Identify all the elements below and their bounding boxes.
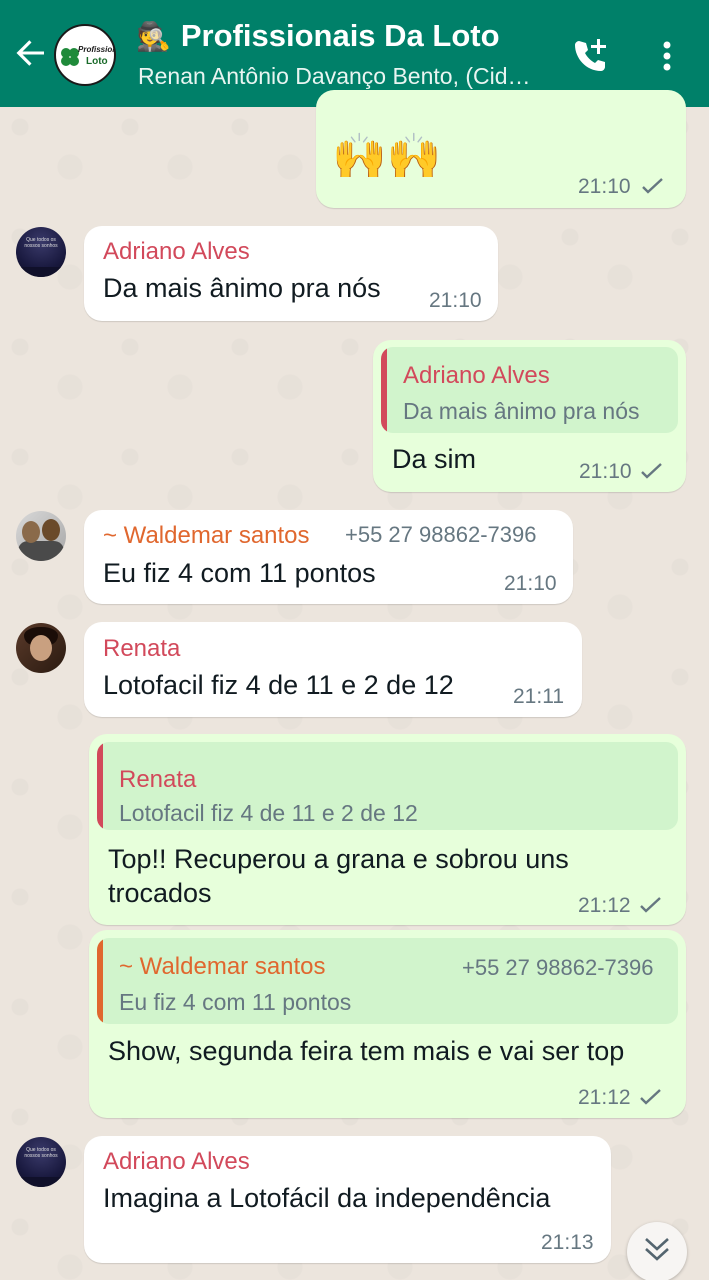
message-bubble-outgoing[interactable]: ~ Waldemar santos +55 27 98862-7396 Eu f… [89,930,686,1118]
message-bubble-incoming[interactable]: Adriano Alves Imagina a Lotofácil da ind… [84,1136,611,1263]
sent-check-icon [642,178,663,194]
message-text: Show, segunda feira tem mais e vai ser t… [108,1036,625,1066]
more-options-icon[interactable] [652,36,682,76]
phone-plus-icon [575,39,606,71]
message-time: 21:10 [429,289,482,312]
sender-avatar[interactable]: Que todos os nossos sonhos [16,227,66,277]
message-time: 21:12 [578,894,631,917]
quoted-text: Lotofacil fiz 4 de 11 e 2 de 12 [119,800,418,826]
message-bubble-incoming[interactable]: Renata Lotofacil fiz 4 de 11 e 2 de 12 2… [84,622,582,717]
message-bubble-outgoing[interactable]: Renata Lotofacil fiz 4 de 11 e 2 de 12 T… [89,734,686,925]
clover-icon [61,48,79,66]
message-time: 21:13 [541,1231,594,1254]
message-time: 21:10 [579,460,632,483]
quoted-text: Eu fiz 4 com 11 pontos [119,989,352,1015]
raising-hands-emoji: 🙌🙌 [332,132,442,181]
message-bubble-incoming[interactable]: ~ Waldemar santos +55 27 98862-7396 Eu f… [84,510,573,604]
sender-avatar[interactable]: Que todos os nossos sonhos [16,1137,66,1187]
message-text: Da mais ânimo pra nós [103,273,381,303]
message-text: Top!! Recuperou a grana e sobrou uns tro… [108,844,569,908]
sender-name[interactable]: Renata [103,635,180,663]
spy-emoji-icon: 🕵 [136,20,171,52]
quoted-message[interactable]: ~ Waldemar santos +55 27 98862-7396 Eu f… [97,938,678,1024]
group-participants[interactable]: Renan Antônio Davanço Bento, (Cid… [138,63,531,90]
sender-name[interactable]: ~ Waldemar santos [103,522,310,550]
sender-avatar[interactable] [16,511,66,561]
sender-phone: +55 27 98862-7396 [345,522,537,547]
avatar-logo-text: Loto [86,56,108,67]
quoted-message[interactable]: Adriano Alves Da mais ânimo pra nós [381,347,678,433]
message-time: 21:12 [578,1086,631,1109]
message-text: Da sim [392,444,477,474]
message-text: Imagina a Lotofácil da independência [103,1183,551,1213]
sent-check-icon [641,463,662,479]
message-time: 21:11 [513,685,564,708]
group-title[interactable]: 🕵 Profissionais Da Loto [136,18,500,54]
group-avatar[interactable]: Profissionais Loto [54,24,116,86]
quoted-text: Da mais ânimo pra nós [403,398,640,424]
message-text: Eu fiz 4 com 11 pontos [103,558,376,588]
message-bubble-outgoing[interactable]: 🙌🙌 21:10 [316,90,686,208]
message-text: Lotofacil fiz 4 de 11 e 2 de 12 [103,670,454,700]
add-call-button[interactable] [568,34,612,78]
message-bubble-incoming[interactable]: Adriano Alves Da mais ânimo pra nós 21:1… [84,226,498,321]
sender-name[interactable]: Adriano Alves [103,238,250,266]
sent-check-icon [640,1089,661,1105]
sender-avatar[interactable] [16,623,66,673]
sent-check-icon [640,897,661,913]
quoted-message[interactable]: Renata Lotofacil fiz 4 de 11 e 2 de 12 [97,742,678,830]
quoted-sender-name: Renata [119,766,197,793]
sender-name[interactable]: Adriano Alves [103,1148,250,1176]
quoted-sender-phone: +55 27 98862-7396 [462,955,654,980]
avatar-logo-text: Profissionais [78,45,114,54]
quoted-sender-name: ~ Waldemar santos [119,953,326,980]
quoted-sender-name: Adriano Alves [403,362,550,389]
back-arrow-icon[interactable] [10,32,52,74]
message-time: 21:10 [578,175,631,198]
group-title-text: Profissionais Da Loto [180,18,500,53]
scroll-to-bottom-button[interactable] [627,1222,687,1280]
message-time: 21:10 [504,572,557,595]
double-chevron-down-icon [645,1238,669,1261]
message-bubble-outgoing[interactable]: Adriano Alves Da mais ânimo pra nós Da s… [373,340,686,492]
